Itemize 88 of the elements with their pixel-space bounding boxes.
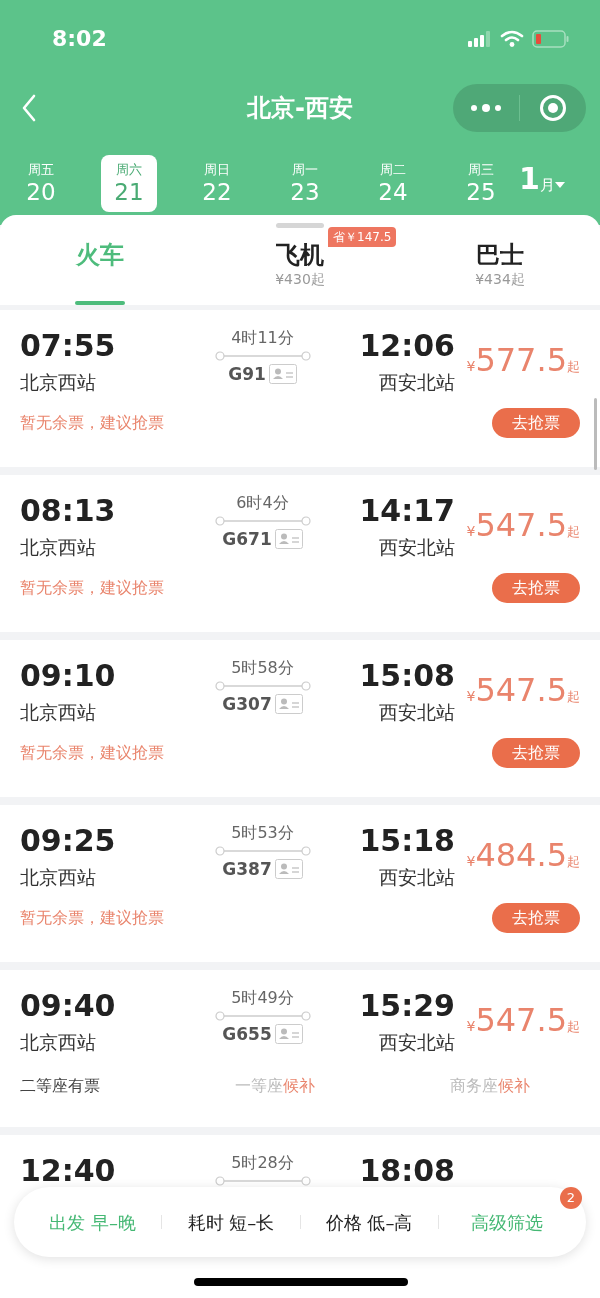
grab-ticket-button[interactable]: 去抢票 — [492, 738, 580, 768]
train-number: G307 — [222, 694, 272, 714]
filter-button[interactable]: 价格 低–高 — [325, 1208, 413, 1236]
date-tab[interactable]: 周三 25 — [453, 155, 509, 212]
id-card-icon — [274, 1024, 303, 1044]
capsule-menu[interactable] — [453, 83, 586, 132]
price-text: ¥484.5起 — [466, 835, 580, 876]
signal-icon — [468, 30, 492, 47]
date-tab[interactable]: 周二 24 — [365, 155, 421, 212]
price-text: ¥547.5起 — [466, 1000, 580, 1041]
depart-time: 09:25 — [20, 823, 117, 859]
depart-time: 12:40 — [20, 1153, 117, 1189]
scrollbar-thumb — [594, 398, 597, 470]
route-line-icon — [214, 351, 311, 361]
arrive-time: 18:08 — [359, 1153, 455, 1189]
sold-out-note: 暂无余票，建议抢票 — [20, 412, 164, 434]
id-card-icon — [274, 694, 303, 714]
id-card-icon — [274, 529, 303, 549]
mode-tab[interactable]: 火车 — [0, 228, 200, 305]
depart-time: 09:10 — [20, 658, 117, 694]
seat-status: 二等座有票 — [20, 1075, 101, 1097]
depart-time: 09:40 — [20, 988, 117, 1024]
train-number: G91 — [228, 364, 266, 384]
depart-time: 07:55 — [20, 328, 117, 364]
depart-station: 北京西站 — [20, 700, 97, 724]
filter-button[interactable]: 高级筛选 — [471, 1208, 544, 1236]
arrive-station: 西安北站 — [379, 535, 455, 559]
more-icon[interactable] — [470, 103, 502, 112]
mode-tab[interactable]: 巴士 ¥434起 — [400, 228, 600, 305]
target-icon[interactable] — [539, 93, 567, 122]
date-tab[interactable]: 周一 23 — [277, 155, 333, 212]
duration-text: 5时58分 — [231, 658, 294, 678]
depart-station: 北京西站 — [20, 370, 97, 394]
arrive-station: 西安北站 — [379, 865, 455, 889]
id-card-icon — [268, 364, 297, 384]
sold-out-note: 暂无余票，建议抢票 — [20, 577, 164, 599]
date-tab[interactable]: 周六 21 — [101, 155, 157, 212]
depart-time: 08:13 — [20, 493, 117, 529]
drag-handle[interactable] — [276, 223, 324, 228]
grab-ticket-button[interactable]: 去抢票 — [492, 903, 580, 933]
arrive-station: 西安北站 — [379, 370, 455, 394]
train-number: G671 — [222, 529, 272, 549]
sold-out-note: 暂无余票，建议抢票 — [20, 742, 164, 764]
sold-out-note: 暂无余票，建议抢票 — [20, 907, 164, 929]
arrive-station: 西安北站 — [379, 700, 455, 724]
status-time: 8:02 — [52, 25, 107, 53]
depart-station: 北京西站 — [20, 865, 97, 889]
arrive-time: 15:29 — [359, 988, 455, 1024]
duration-text: 6时4分 — [236, 493, 289, 513]
mode-price: ¥430起 — [275, 270, 325, 288]
arrive-time: 14:17 — [359, 493, 455, 529]
date-tab[interactable]: 周日 22 — [189, 155, 245, 212]
seat-status: 商务座候补 — [449, 1075, 530, 1097]
route-line-icon — [214, 1011, 311, 1021]
duration-text: 4时11分 — [231, 328, 294, 348]
grab-ticket-button[interactable]: 去抢票 — [492, 573, 580, 603]
arrive-time: 12:06 — [359, 328, 455, 364]
train-number: G387 — [222, 859, 272, 879]
arrive-time: 15:08 — [359, 658, 455, 694]
savings-badge: 省￥147.5 — [328, 227, 397, 247]
arrive-time: 15:18 — [359, 823, 455, 859]
duration-text: 5时28分 — [231, 1153, 294, 1173]
active-tab-underline — [75, 301, 125, 305]
back-icon[interactable] — [20, 93, 38, 122]
date-tab[interactable]: 周五 20 — [13, 155, 69, 212]
arrive-station: 西安北站 — [379, 1030, 455, 1054]
price-text: ¥577.5起 — [466, 340, 580, 381]
price-text: ¥547.5起 — [466, 670, 580, 711]
grab-ticket-button[interactable]: 去抢票 — [492, 408, 580, 438]
train-number: G655 — [222, 1024, 272, 1044]
page-title: 北京-西安 — [247, 92, 353, 124]
mode-tab[interactable]: 飞机 ¥430起 省￥147.5 — [200, 228, 400, 305]
wifi-icon — [500, 29, 524, 48]
caret-icon — [554, 181, 565, 189]
depart-station: 北京西站 — [20, 1030, 97, 1054]
filter-button[interactable]: 出发 早–晚 — [49, 1208, 136, 1236]
battery-icon — [532, 29, 570, 48]
duration-text: 5时49分 — [231, 988, 294, 1008]
filter-button[interactable]: 耗时 短–长 — [187, 1208, 275, 1236]
route-line-icon — [214, 681, 311, 691]
price-text: ¥547.5起 — [466, 505, 580, 546]
route-line-icon — [214, 516, 311, 526]
month-picker[interactable]: 1月 — [519, 163, 565, 195]
depart-station: 北京西站 — [20, 535, 97, 559]
route-line-icon — [214, 846, 311, 856]
mode-price: ¥434起 — [475, 270, 525, 288]
duration-text: 5时53分 — [231, 823, 294, 843]
id-card-icon — [274, 859, 303, 879]
